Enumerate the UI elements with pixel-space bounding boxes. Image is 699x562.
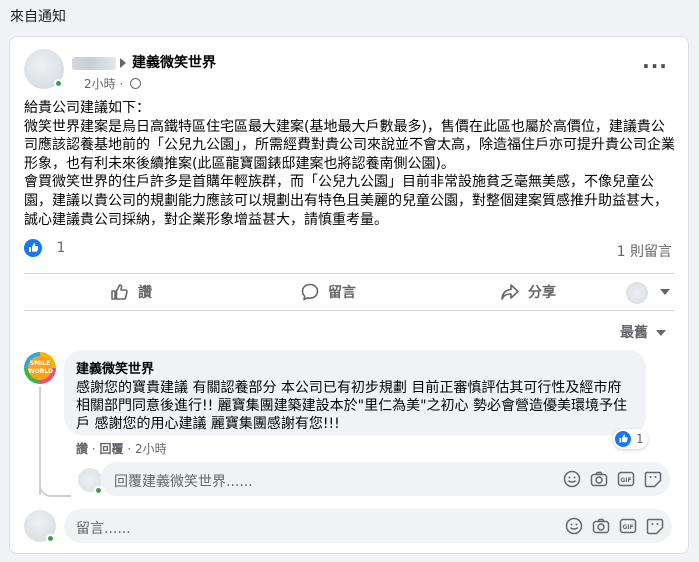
comment-sort-dropdown[interactable]: 最舊 [620,322,666,342]
comment-action-separator: · [127,442,132,456]
camera-icon[interactable] [592,517,610,535]
share-button-label: 分享 [528,285,556,301]
post-meta: 2小時 · [84,75,142,92]
reaction-summary[interactable]: 1 1 則留言 [24,239,672,263]
more-options-icon[interactable]: ··· [640,56,670,79]
reply-placeholder: 回覆建義微笑世界...... [114,474,253,490]
comment-reply-link[interactable]: 回覆 [100,442,124,456]
sticker-icon[interactable] [644,470,662,488]
comment-actions: 讚 · 回覆 · 2小時 [76,440,167,457]
online-status-dot [54,79,63,88]
thumbs-up-icon [111,284,128,300]
post-card: 建義微笑世界 2小時 · ··· 給貴公司建議如下： 微笑世界建案是烏日高鐵特區… [9,36,689,554]
share-as-avatar[interactable] [626,282,648,304]
svg-text:GIF: GIF [622,524,633,531]
comment-bubble: 建義微笑世界 感謝您的寶貴建議 有關認養部分 本公司已有初步規劃 目前正審慎評估… [64,350,646,435]
comment-time[interactable]: 2小時 [135,442,167,456]
poster-name-redacted[interactable] [72,56,116,70]
meta-separator: · [119,77,124,91]
comment-button[interactable]: 留言 [300,278,356,306]
comment-count[interactable]: 1 則留言 [617,241,672,261]
like-reaction-icon [615,431,631,447]
camera-icon[interactable] [590,470,608,488]
notification-header: 來自通知 [10,9,66,25]
reply-input[interactable]: 回覆建義微笑世界...... GIF [100,462,670,496]
comment-author[interactable]: 建義微笑世界 [76,358,634,377]
gif-icon[interactable]: GIF [619,517,637,535]
share-button[interactable]: 分享 [500,278,556,306]
post-body: 給貴公司建議如下： 微笑世界建案是烏日高鐵特區住宅區最大建案(基地最大戶數最多)… [24,100,675,228]
svg-text:GIF: GIF [620,477,631,484]
commenter-avatar[interactable]: SMILE WORLD [24,352,56,384]
thread-connector-curve [39,477,71,497]
like-reaction-icon [24,239,42,257]
sticker-icon[interactable] [646,517,664,535]
emoji-icon[interactable] [563,470,581,488]
like-button[interactable]: 讚 [110,278,152,306]
group-name[interactable]: 建義微笑世界 [132,55,216,71]
comment-reaction-summary[interactable]: 1 [613,429,648,449]
comment-input-tools: GIF [565,517,664,535]
sort-label: 最舊 [620,325,648,341]
reaction-count[interactable]: 1 [56,240,65,256]
globe-icon [130,78,142,89]
chevron-down-icon [656,330,666,336]
post-time[interactable]: 2小時 [84,77,116,91]
comment-reaction-count: 1 [636,432,644,446]
comment-input[interactable]: 留言...... GIF [64,509,672,543]
arrow-right-icon [120,58,126,68]
post-header: 建義微笑世界 2小時 · ··· [24,47,674,93]
reply-input-tools: GIF [563,470,662,488]
speech-bubble-icon [301,283,319,301]
share-arrow-icon [501,284,519,300]
gif-icon[interactable]: GIF [617,470,635,488]
commenter-avatar-logo: SMILE WORLD [28,356,53,380]
action-bar: 讚 留言 分享 [24,273,674,311]
poster-line: 建義微笑世界 [72,52,216,72]
comment-placeholder: 留言...... [76,521,131,537]
comment-button-label: 留言 [328,285,356,301]
online-status-dot [46,534,55,543]
like-button-label: 讚 [138,285,152,301]
chevron-down-icon[interactable] [660,289,670,295]
emoji-icon[interactable] [565,517,583,535]
comment-text: 感謝您的寶貴建議 有關認養部分 本公司已有初步規劃 目前正審慎評估其可行性及經市… [76,380,628,432]
comment-like-link[interactable]: 讚 [76,442,88,456]
comment-action-separator: · [91,442,96,456]
